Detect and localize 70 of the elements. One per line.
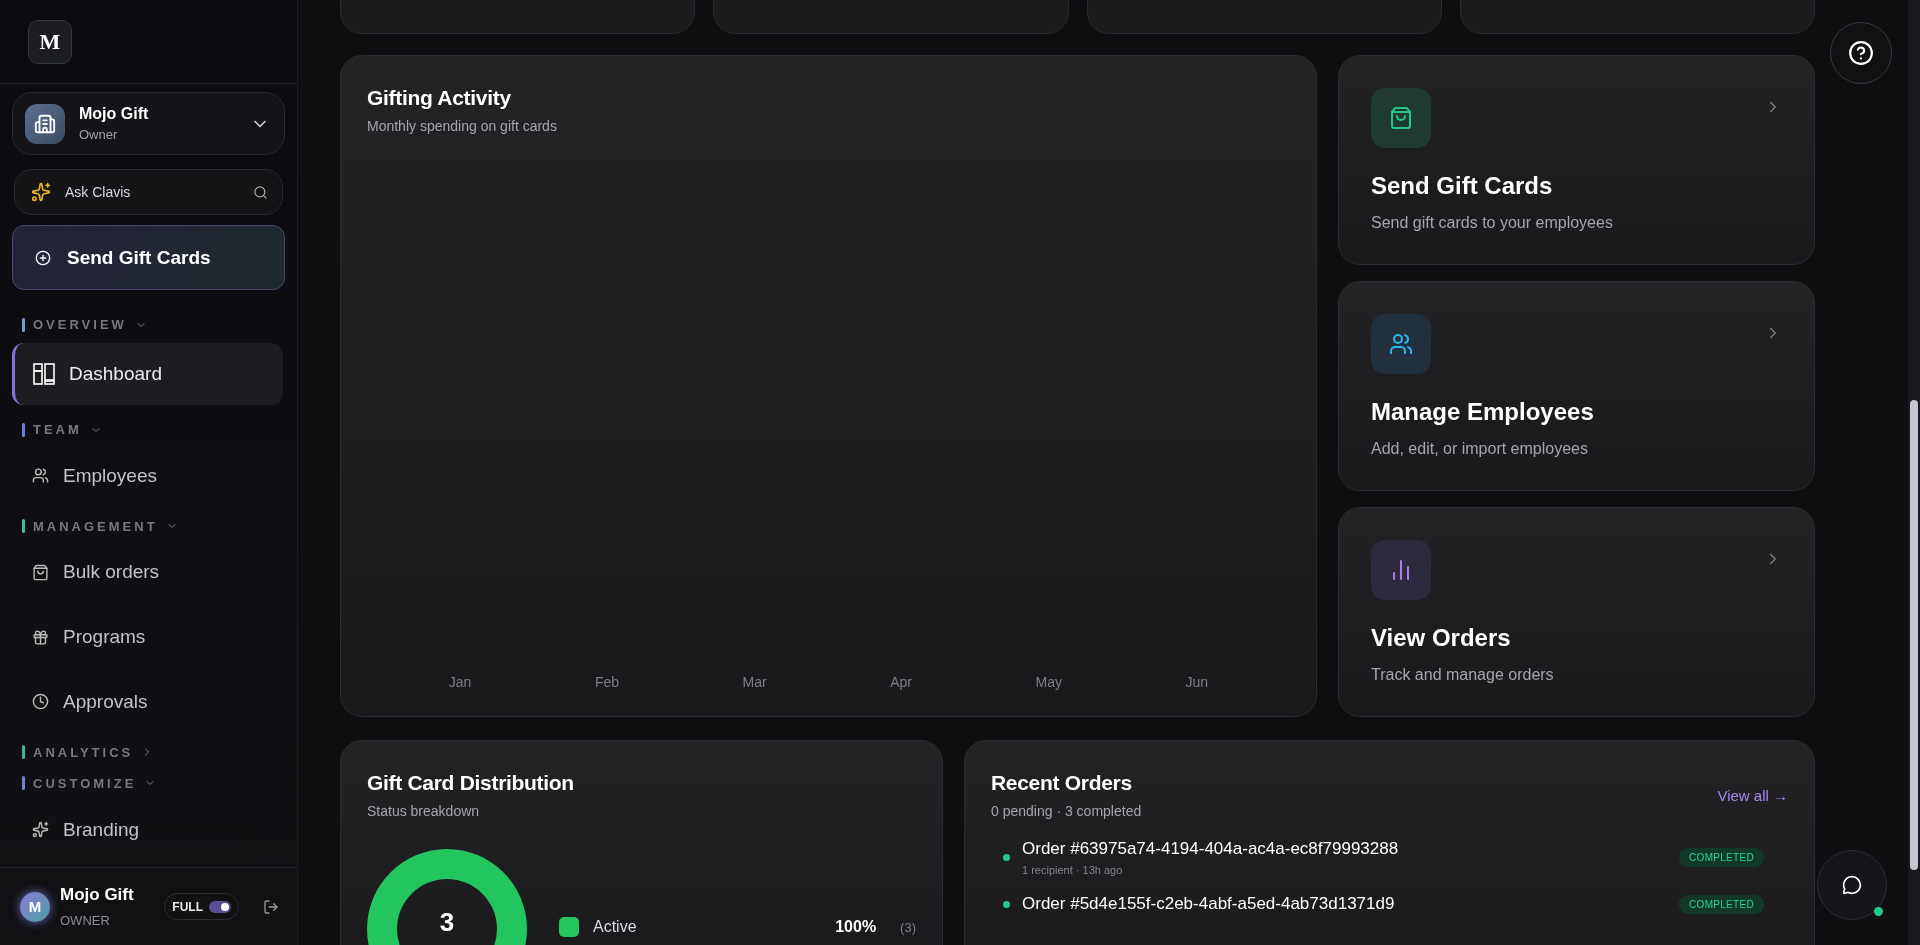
month-label: Apr <box>890 674 913 690</box>
organization-role: Owner <box>79 127 119 142</box>
nav-section-header[interactable]: ANALYTICS <box>22 739 283 765</box>
legend-label: Active <box>593 918 638 936</box>
building-icon <box>25 103 65 144</box>
card-title: Recent Orders <box>991 771 1133 795</box>
nav-item[interactable]: Programs <box>12 609 283 665</box>
nav-item[interactable]: Branding <box>12 802 283 857</box>
scrollbar[interactable] <box>1908 0 1920 945</box>
organization-name: Mojo Gift <box>79 105 150 123</box>
action-description: Send gift cards to your employees <box>1371 214 1614 232</box>
send-gift-cards-button[interactable]: Send Gift Cards <box>12 225 285 290</box>
mode-toggle[interactable]: FULL <box>164 893 239 920</box>
nav-section-header[interactable]: MANAGEMENT <box>22 513 283 539</box>
action-title: Send Gift Cards <box>1371 172 1554 200</box>
sparkles-icon <box>31 182 51 202</box>
order-meta: 1 recipient · 13h ago <box>1022 864 1124 876</box>
help-icon <box>1848 40 1874 66</box>
action-description: Track and manage orders <box>1371 666 1555 684</box>
card-title: Gifting Activity <box>367 86 512 110</box>
action-card[interactable]: View Orders Track and manage orders <box>1338 507 1815 717</box>
nav-item[interactable]: Dashboard <box>12 343 283 406</box>
card-title: Gift Card Distribution <box>367 771 575 795</box>
user-name: Mojo Gift <box>60 885 135 905</box>
nav-item[interactable]: Approvals <box>12 674 283 730</box>
search-icon <box>253 184 268 200</box>
app-logo[interactable]: M <box>28 19 72 64</box>
clock-icon <box>32 693 49 711</box>
month-label: Jun <box>1185 674 1209 690</box>
action-card[interactable]: Manage Employees Add, edit, or import employees <box>1338 281 1815 491</box>
month-label: Feb <box>594 674 619 690</box>
organization-switcher[interactable]: Mojo Gift Owner <box>12 92 285 155</box>
nav-section-header[interactable]: CUSTOMIZE <box>22 770 283 797</box>
order-title[interactable]: Order #63975a74-4194-404a-ac4a-ec8f79993288 <box>1022 839 1668 859</box>
card-subtitle: Monthly spending on gift cards <box>367 118 558 134</box>
ask-input[interactable]: Ask Clavis <box>63 183 241 201</box>
plus-circle-icon <box>35 249 51 266</box>
sparkles-icon <box>32 821 49 839</box>
action-title: Manage Employees <box>1371 398 1595 426</box>
chat-icon <box>1842 875 1862 895</box>
view-all-link[interactable]: View all → <box>1717 786 1788 804</box>
users-icon <box>32 467 49 485</box>
legend-percent: 100% <box>835 918 877 936</box>
orders-summary: 0 pending · 3 completed <box>991 803 1142 819</box>
nav-item[interactable]: Bulk orders <box>12 544 283 600</box>
logout-icon[interactable] <box>263 898 279 915</box>
action-card[interactable]: Send Gift Cards Send gift cards to your employees <box>1338 55 1815 265</box>
status-badge: COMPLETED <box>1679 848 1764 867</box>
nav-item[interactable]: Employees <box>12 448 283 504</box>
nav-section-header[interactable]: TEAM <box>22 417 283 443</box>
donut-total: 3 <box>438 907 456 938</box>
gift-icon <box>32 628 49 646</box>
scrollbar-thumb[interactable] <box>1910 400 1918 870</box>
action-title: View Orders <box>1371 624 1512 652</box>
status-badge: COMPLETED <box>1679 894 1764 914</box>
month-label: May <box>1035 674 1063 690</box>
user-role: OWNER <box>60 913 111 928</box>
online-dot <box>1874 907 1883 916</box>
action-description: Add, edit, or import employees <box>1371 440 1589 458</box>
order-title[interactable]: Order #5d4e155f-c2eb-4abf-a5ed-4ab73d1371d9 <box>1022 894 1668 914</box>
month-label: Jan <box>448 674 472 690</box>
switch-knob <box>221 902 229 911</box>
shopping-bag-icon <box>32 563 49 581</box>
card-subtitle: Status breakdown <box>367 803 481 819</box>
nav-section-header[interactable]: OVERVIEW <box>22 312 283 338</box>
user-avatar: M <box>20 891 50 922</box>
dashboard-icon <box>33 363 55 386</box>
ask-field[interactable]: Ask Clavis <box>14 169 283 215</box>
month-label: Mar <box>742 674 767 690</box>
legend-count: (3) <box>900 919 916 935</box>
